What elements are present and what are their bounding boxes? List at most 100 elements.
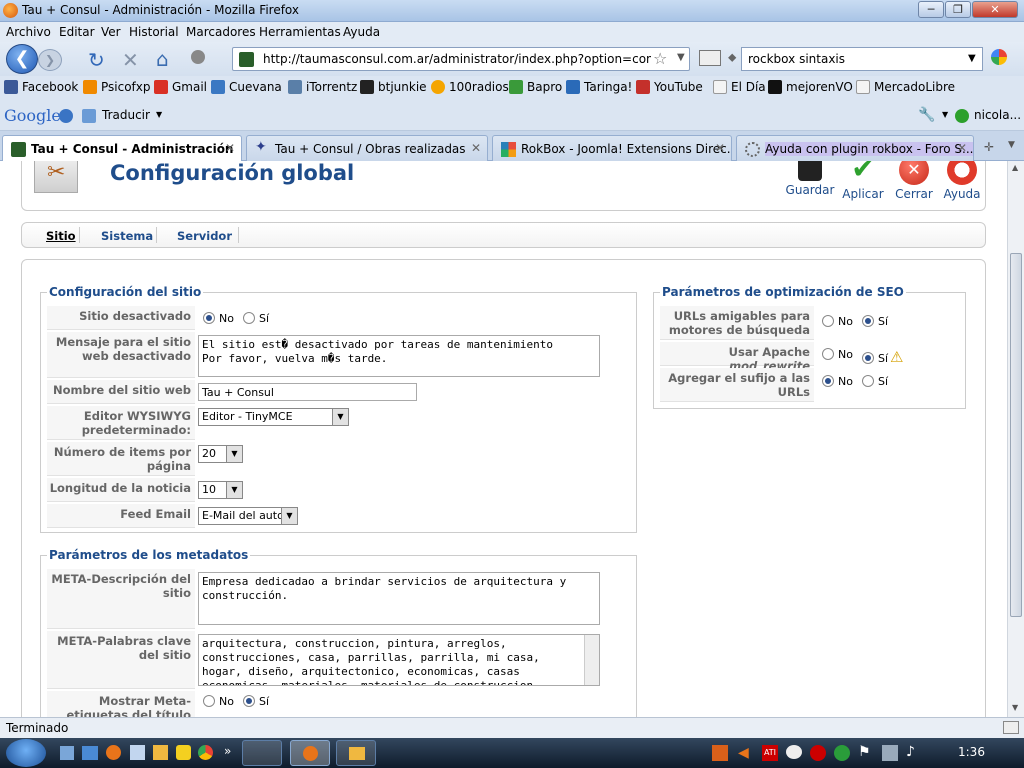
bookmark-mejorenvo[interactable]: mejorenVO xyxy=(768,80,853,94)
feedemail-select[interactable]: E-Mail del autor ▼ xyxy=(198,507,298,525)
clock[interactable]: 1:36 xyxy=(958,745,985,759)
bookmark-bapro[interactable]: Bapro xyxy=(509,80,562,94)
radio-selected[interactable] xyxy=(243,695,255,707)
mail-icon[interactable] xyxy=(699,50,721,66)
offline-message-textarea[interactable]: El sitio est� desactivado por tareas de … xyxy=(198,335,600,377)
bookmark-taringa[interactable]: Taringa! xyxy=(566,80,632,94)
radio[interactable] xyxy=(822,315,834,327)
addon-icon[interactable] xyxy=(191,50,205,64)
blocked-icon[interactable] xyxy=(810,745,826,761)
back-button[interactable]: ❮ xyxy=(6,44,38,74)
search-engine-icon[interactable]: ⬥ xyxy=(728,50,736,65)
taskbar-folder[interactable] xyxy=(336,740,376,766)
textarea-scrollbar[interactable] xyxy=(584,635,599,685)
showtitle-no-option[interactable]: No xyxy=(203,695,234,708)
translate-button[interactable]: Traducir xyxy=(102,108,150,122)
more-icon[interactable]: » xyxy=(224,744,231,758)
feedlimit-select[interactable]: 10 ▼ xyxy=(198,481,243,499)
menu-archivo[interactable]: Archivo xyxy=(6,25,51,39)
stop-icon[interactable]: ✕ xyxy=(122,48,139,72)
bookmark-psicofxp[interactable]: Psicofxp xyxy=(83,80,151,94)
save-button[interactable]: Guardar xyxy=(785,161,835,197)
home-icon[interactable]: ⌂ xyxy=(156,47,169,71)
tab-administracion[interactable]: Tau + Consul - Administración ✕ xyxy=(2,135,242,162)
google-search-icon[interactable] xyxy=(991,49,1007,65)
search-dropdown-icon[interactable]: ▼ xyxy=(968,53,976,64)
menu-herramientas[interactable]: Herramientas xyxy=(259,25,341,39)
radio-selected[interactable] xyxy=(862,352,874,364)
radio-selected[interactable] xyxy=(203,312,215,324)
bookmark-mercadolibre[interactable]: MercadoLibre xyxy=(856,80,955,94)
tray-icon-1[interactable] xyxy=(712,745,728,761)
explorer-icon[interactable] xyxy=(82,746,98,760)
bookmark-btjunkie[interactable]: btjunkie xyxy=(360,80,427,94)
close-window-button[interactable]: ✕ xyxy=(972,1,1018,18)
chrome-icon[interactable] xyxy=(198,745,213,760)
suffix-no-option[interactable]: No xyxy=(822,375,853,388)
subtab-sitio[interactable]: Sitio xyxy=(46,229,76,243)
bookmark-itorrentz[interactable]: iTorrentz xyxy=(288,80,357,94)
volume-icon[interactable]: ◀ xyxy=(738,745,749,761)
menu-editar[interactable]: Editar xyxy=(59,25,95,39)
tab-close-icon[interactable]: ✕ xyxy=(957,141,967,155)
radio[interactable] xyxy=(822,348,834,360)
tab-close-icon[interactable]: ✕ xyxy=(225,141,235,155)
tab-list-icon[interactable]: ▼ xyxy=(1008,140,1015,150)
close-button[interactable]: ✕ Cerrar xyxy=(889,161,939,201)
status-mail-icon[interactable] xyxy=(1003,721,1019,734)
menu-historial[interactable]: Historial xyxy=(129,25,179,39)
ati-icon[interactable]: ATI xyxy=(762,745,778,761)
folder-icon[interactable] xyxy=(153,745,168,760)
taskbar-firefox[interactable] xyxy=(290,740,330,766)
radio[interactable] xyxy=(862,375,874,387)
listlimit-select[interactable]: 20 ▼ xyxy=(198,445,243,463)
offline-no-option[interactable]: No xyxy=(203,312,234,325)
menu-marcadores[interactable]: Marcadores xyxy=(186,25,256,39)
subtab-servidor[interactable]: Servidor xyxy=(177,229,232,243)
sef-yes-option[interactable]: Sí xyxy=(862,315,888,328)
tab-rokbox[interactable]: RokBox - Joomla! Extensions Direc... ✕ xyxy=(492,135,732,161)
reload-icon[interactable]: ↻ xyxy=(88,48,105,72)
url-dropdown-icon[interactable]: ▼ xyxy=(677,52,685,63)
bookmark-facebook[interactable]: Facebook xyxy=(4,80,78,94)
suffix-yes-option[interactable]: Sí xyxy=(862,375,888,388)
bookmark-gmail[interactable]: Gmail xyxy=(154,80,207,94)
meta-description-textarea[interactable]: Empresa dedicadao a brindar servicios de… xyxy=(198,572,600,625)
tray-icon-green[interactable] xyxy=(834,745,850,761)
menu-ver[interactable]: Ver xyxy=(101,25,121,39)
firefox-quicklaunch-icon[interactable] xyxy=(106,745,121,760)
scroll-down-icon[interactable]: ▼ xyxy=(1012,703,1018,712)
showtitle-yes-option[interactable]: Sí xyxy=(243,695,269,708)
bookmark-eldia[interactable]: El Día xyxy=(713,80,766,94)
bookmark-100radios[interactable]: 100radios xyxy=(431,80,509,94)
maximize-button[interactable]: ❐ xyxy=(945,1,971,18)
meta-keywords-textarea[interactable]: arquitectura, construccion, pintura, arr… xyxy=(198,634,600,686)
google-user[interactable]: nicola... xyxy=(974,108,1021,122)
chat-icon[interactable] xyxy=(786,745,802,759)
tab-foro[interactable]: Ayuda con plugin rokbox - Foro S... ✕ xyxy=(736,135,974,161)
translate-dropdown-icon[interactable]: ▼ xyxy=(156,110,162,119)
network-icon[interactable] xyxy=(882,745,898,761)
menu-ayuda[interactable]: Ayuda xyxy=(343,25,380,39)
scroll-up-icon[interactable]: ▲ xyxy=(1012,163,1018,172)
search-bar[interactable]: rockbox sintaxis ▼ xyxy=(741,47,983,71)
app-icon[interactable] xyxy=(130,745,145,760)
sitename-input[interactable]: Tau + Consul xyxy=(198,383,417,401)
editor-select[interactable]: Editor - TinyMCE ▼ xyxy=(198,408,349,426)
flag-icon[interactable]: ⚑ xyxy=(858,744,871,760)
new-tab-icon[interactable]: ✛ xyxy=(984,140,994,154)
wrench-icon[interactable]: 🔧 xyxy=(918,107,935,123)
scrollbar-thumb[interactable] xyxy=(1010,253,1022,617)
tab-close-icon[interactable]: ✕ xyxy=(471,141,481,155)
show-desktop-icon[interactable] xyxy=(60,746,74,760)
sef-no-option[interactable]: No xyxy=(822,315,853,328)
url-bar[interactable]: http://taumasconsul.com.ar/administrator… xyxy=(232,47,690,71)
offline-yes-option[interactable]: Sí xyxy=(243,312,269,325)
start-button[interactable] xyxy=(6,739,46,767)
speaker-icon[interactable]: ♪ xyxy=(906,744,915,760)
globe-icon[interactable] xyxy=(59,109,73,123)
messenger-icon[interactable] xyxy=(176,745,191,760)
tab-obras[interactable]: ✦ Tau + Consul / Obras realizadas ✕ xyxy=(246,135,488,161)
radio[interactable] xyxy=(243,312,255,324)
google-logo[interactable]: Google xyxy=(4,106,61,125)
